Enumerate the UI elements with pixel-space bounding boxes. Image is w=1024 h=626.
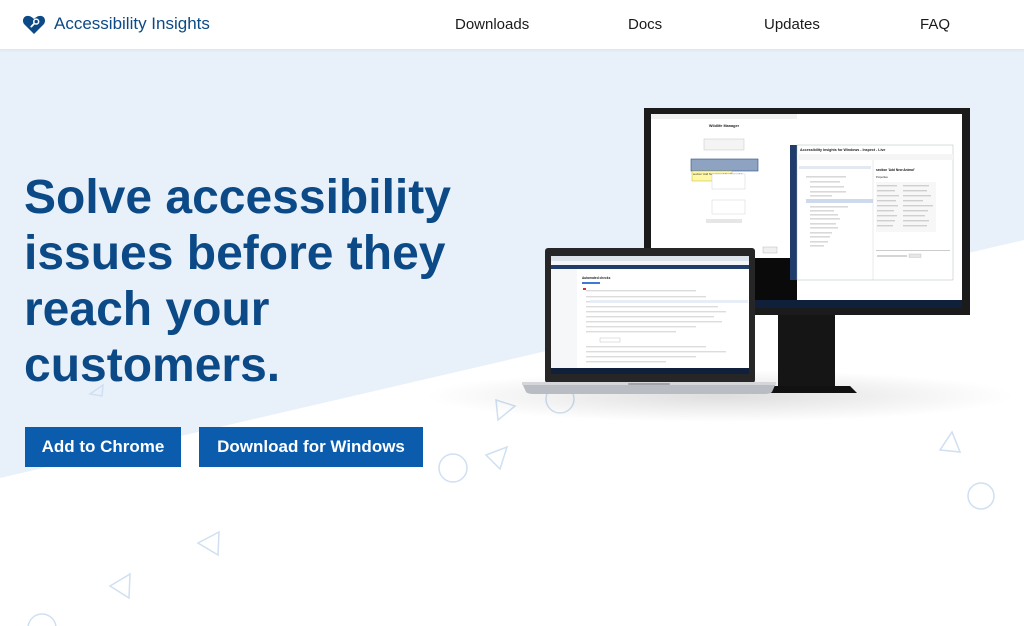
ai-window-title: Accessibility Insights for Windows - Ins… [800, 148, 885, 152]
brand-name: Accessibility Insights [54, 14, 210, 33]
heart-magnifier-icon [22, 15, 46, 34]
hero-headline: Solve accessibility issues before they r… [24, 171, 451, 392]
laptop-app-title: Automated checks [582, 276, 611, 280]
top-navbar: Accessibility Insights Downloads Docs Up… [0, 0, 1024, 50]
selected-element-label: section 'Add New Animal' [876, 168, 915, 172]
nav-link-docs[interactable]: Docs [628, 16, 662, 33]
nav-link-updates[interactable]: Updates [764, 16, 820, 33]
brand-home-link[interactable]: Accessibility Insights [22, 12, 210, 36]
download-for-windows-button[interactable]: Download for Windows [199, 427, 423, 467]
decor-circle-icon [27, 613, 57, 626]
decor-triangle-icon [196, 530, 220, 557]
decor-triangle-icon [938, 430, 962, 453]
wildlife-dialog-title: Wildlife Manager [709, 124, 740, 128]
decor-circle-icon [967, 482, 995, 510]
nav-link-downloads[interactable]: Downloads [455, 16, 529, 33]
monitor-stand-neck [778, 312, 835, 388]
nav-link-faq[interactable]: FAQ [920, 16, 950, 33]
laptop: Automated checks [522, 248, 776, 394]
decor-circle-icon [438, 453, 468, 483]
decor-triangle-icon [484, 445, 509, 471]
add-to-chrome-button[interactable]: Add to Chrome [25, 427, 181, 467]
laptop-taskbar [551, 368, 749, 374]
product-screenshot-illustration: Wildlife Manager section 'Add New Animal… [425, 108, 1015, 422]
decor-triangle-icon [108, 572, 131, 600]
properties-heading: Properties [876, 175, 889, 179]
